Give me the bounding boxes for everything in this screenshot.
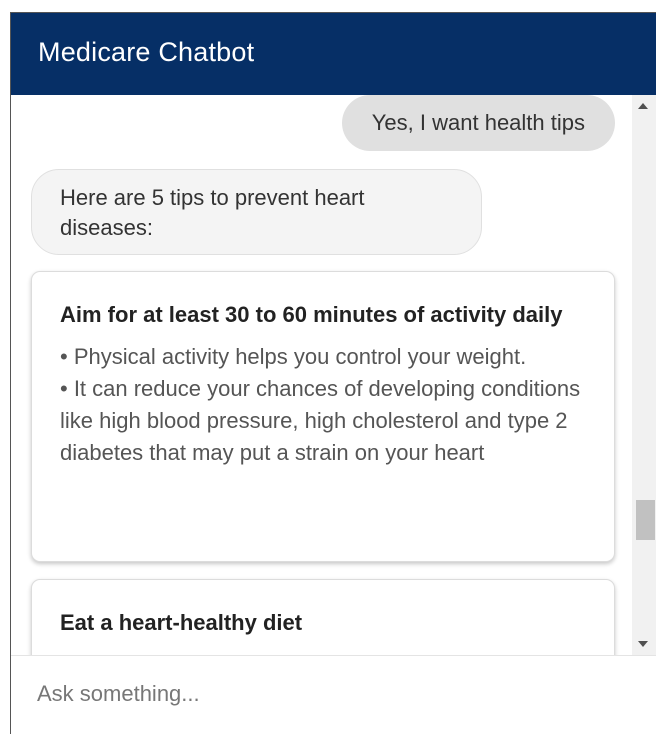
tip-bullet: • Physical activity helps you control yo… <box>60 344 527 369</box>
chatbot-window: Medicare Chatbot Yes, I want health tips… <box>10 12 656 734</box>
message-input[interactable] <box>37 674 597 714</box>
scroll-down-arrow-icon[interactable] <box>638 641 648 647</box>
chat-header: Medicare Chatbot <box>11 13 656 95</box>
scroll-thumb[interactable] <box>636 500 655 540</box>
message-list[interactable]: Yes, I want health tips Here are 5 tips … <box>11 95 632 655</box>
tip-card-body: • Physical activity helps you control yo… <box>60 341 586 469</box>
tip-card-title: Eat a heart-healthy diet <box>60 610 303 635</box>
tip-card-title: Aim for at least 30 to 60 minutes of act… <box>60 302 563 327</box>
tip-card: Eat a heart-healthy diet <box>31 579 615 655</box>
tip-card: Aim for at least 30 to 60 minutes of act… <box>31 271 615 562</box>
bot-message-bubble: Here are 5 tips to prevent heart disease… <box>31 169 482 255</box>
tip-bullet: • It can reduce your chances of developi… <box>60 376 581 465</box>
scroll-up-arrow-icon[interactable] <box>638 103 648 109</box>
message-scrollbar[interactable] <box>632 95 656 655</box>
message-input-bar <box>11 655 656 734</box>
user-message-bubble: Yes, I want health tips <box>341 95 615 151</box>
chat-title: Medicare Chatbot <box>38 37 255 67</box>
